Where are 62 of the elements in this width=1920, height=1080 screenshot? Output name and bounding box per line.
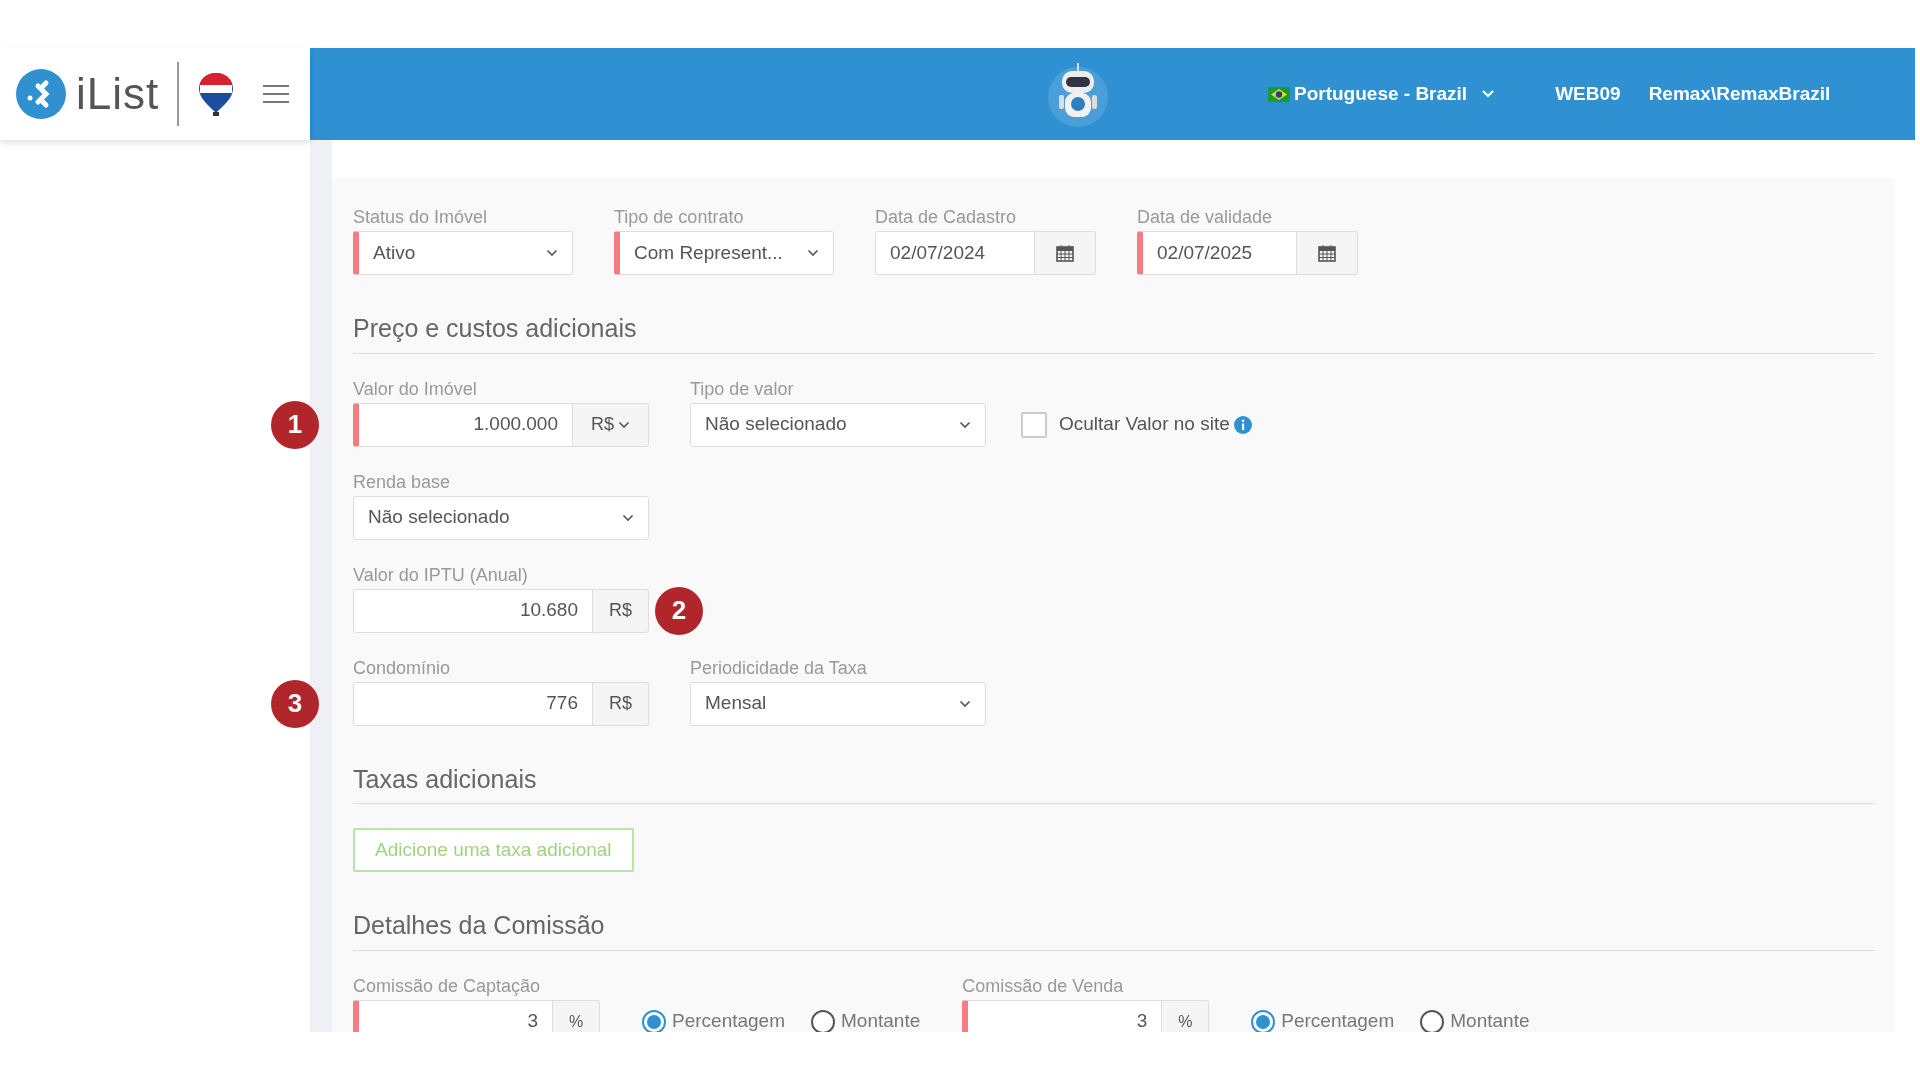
amount-field[interactable]: 1.000.000 bbox=[353, 402, 573, 447]
calendar-button[interactable] bbox=[1035, 231, 1096, 275]
calendar-button[interactable] bbox=[1297, 231, 1358, 275]
radio-button[interactable] bbox=[811, 1009, 835, 1032]
radio-button[interactable] bbox=[1251, 1009, 1276, 1032]
step-marker: 2 bbox=[655, 586, 703, 635]
field-label: Data de validade bbox=[1137, 206, 1274, 228]
field-label: Tipo de valor bbox=[690, 377, 795, 400]
caret-icon bbox=[959, 699, 971, 708]
select-field[interactable]: Com Represent... bbox=[614, 231, 834, 275]
robot-icon[interactable] bbox=[1048, 61, 1108, 127]
radio-label: Montante bbox=[1450, 1009, 1530, 1032]
caret-icon bbox=[546, 249, 558, 257]
date-field[interactable]: 02/07/2024 bbox=[875, 231, 1035, 275]
radio-button[interactable] bbox=[642, 1009, 666, 1032]
radio-label: Percentagem bbox=[1281, 1009, 1395, 1032]
currency-addon: % bbox=[553, 999, 600, 1032]
amount-field[interactable]: 776 bbox=[353, 681, 593, 726]
section-title: Preço e custos adicionais bbox=[353, 310, 1875, 354]
field-label: Comissão de Captação bbox=[353, 974, 542, 997]
currency-addon: % bbox=[1162, 999, 1210, 1032]
field-label: Status do Imóvel bbox=[353, 206, 489, 228]
field-label: Periodicidade da Taxa bbox=[690, 656, 868, 679]
section-title: Taxas adicionais bbox=[353, 760, 1875, 804]
balloon-icon bbox=[197, 71, 236, 117]
checkbox[interactable] bbox=[1021, 411, 1047, 438]
caret-icon bbox=[618, 420, 630, 429]
field-label: Data de Cadastro bbox=[875, 206, 1018, 228]
radio-button[interactable] bbox=[1420, 1009, 1445, 1032]
amount-field[interactable]: 3 bbox=[962, 999, 1163, 1032]
info-icon[interactable] bbox=[1233, 415, 1252, 434]
currency-addon: R$ bbox=[593, 681, 649, 726]
select-field[interactable]: Não selecionado bbox=[353, 495, 649, 540]
date-field[interactable]: 02/07/2025 bbox=[1137, 231, 1297, 275]
field-label: Valor do Imóvel bbox=[353, 377, 478, 400]
flag-icon bbox=[1268, 86, 1290, 102]
menu-icon[interactable] bbox=[263, 84, 290, 104]
logo-icon bbox=[16, 69, 66, 119]
caret-icon[interactable] bbox=[1481, 89, 1496, 99]
calendar-icon bbox=[1056, 244, 1074, 262]
select-field[interactable]: Não selecionado bbox=[690, 402, 986, 447]
select-field[interactable]: Ativo bbox=[353, 231, 573, 275]
field-label: Valor do IPTU (Anual) bbox=[353, 563, 529, 586]
brand-name: iList bbox=[76, 68, 160, 120]
caret-icon bbox=[959, 420, 971, 429]
amount-field[interactable]: 10.680 bbox=[353, 588, 593, 633]
office-code: WEB09 bbox=[1555, 81, 1621, 106]
field-label: Tipo de contrato bbox=[614, 206, 745, 228]
section-title: Detalhes da Comissão bbox=[353, 907, 1875, 951]
field-label: Renda base bbox=[353, 470, 452, 493]
radio-label: Percentagem bbox=[672, 1009, 785, 1032]
radio-label: Montante bbox=[841, 1009, 921, 1032]
currency-selector[interactable]: R$ bbox=[573, 402, 649, 447]
caret-icon bbox=[622, 513, 634, 522]
amount-field[interactable]: 3 bbox=[353, 999, 553, 1032]
field-label: Comissão de Venda bbox=[962, 974, 1125, 997]
calendar-icon bbox=[1318, 244, 1336, 262]
select-field[interactable]: Mensal bbox=[690, 681, 986, 726]
field-label: Condomínio bbox=[353, 656, 452, 679]
checkbox-label: Ocultar Valor no site bbox=[1059, 412, 1230, 437]
caret-icon bbox=[807, 249, 819, 257]
currency-addon: R$ bbox=[593, 588, 649, 633]
